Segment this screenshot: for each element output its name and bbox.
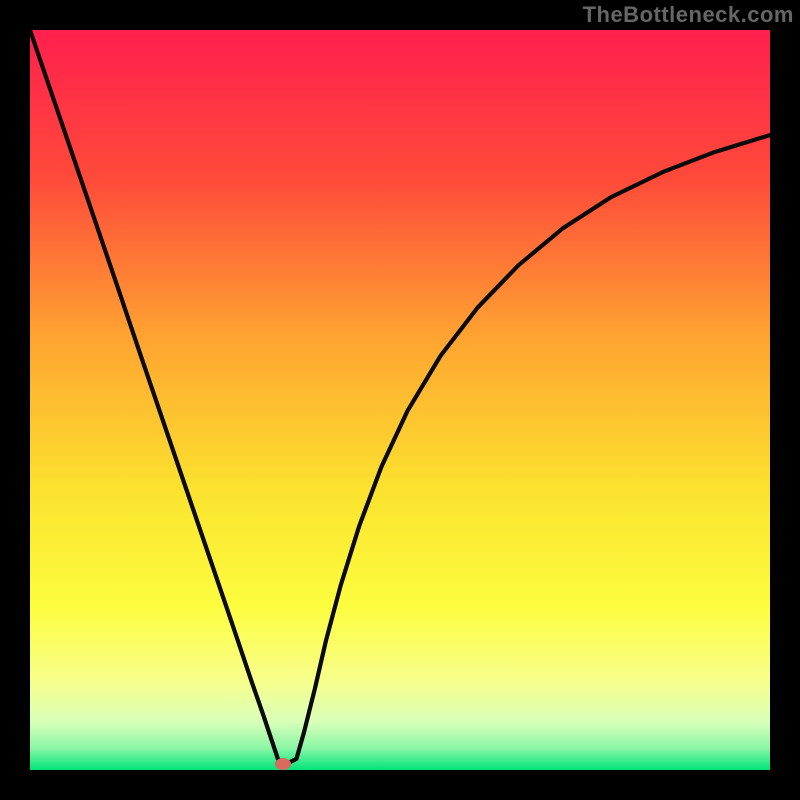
plot-area — [30, 30, 770, 770]
optimum-marker — [275, 758, 291, 770]
chart-frame: TheBottleneck.com — [0, 0, 800, 800]
curve-path — [30, 30, 770, 763]
bottleneck-curve — [30, 30, 770, 770]
watermark-text: TheBottleneck.com — [583, 2, 794, 28]
